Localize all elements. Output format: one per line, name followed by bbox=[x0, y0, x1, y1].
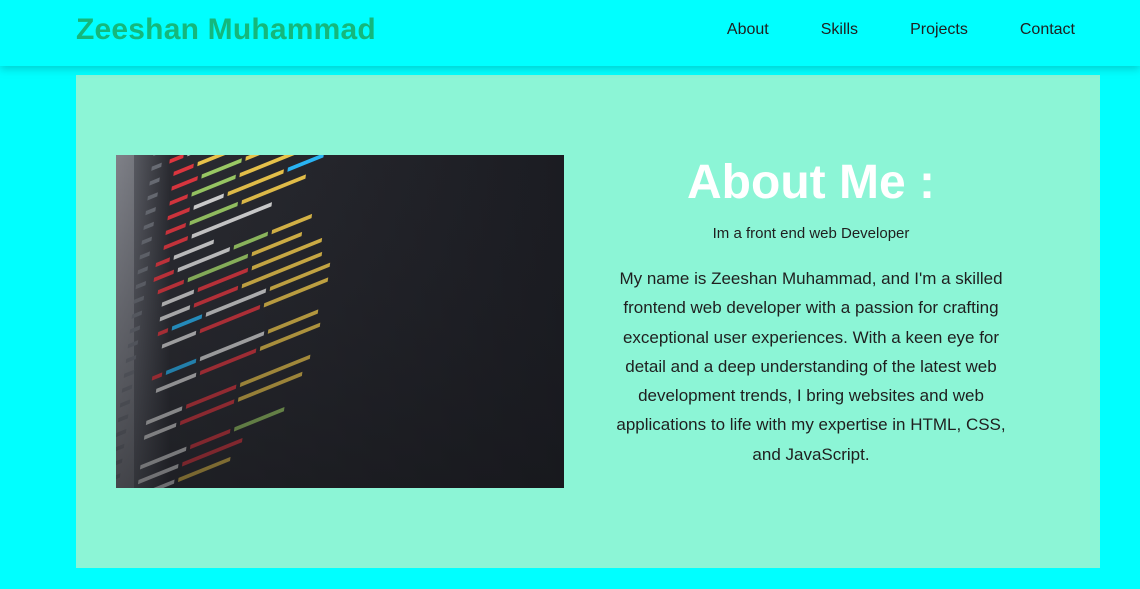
top-navbar: Zeeshan Muhammad About Skills Projects C… bbox=[0, 0, 1140, 66]
about-heading: About Me : bbox=[687, 156, 935, 209]
code-editor-image bbox=[116, 155, 564, 488]
about-paragraph: My name is Zeeshan Muhammad, and I'm a s… bbox=[616, 269, 1006, 464]
nav-link-about[interactable]: About bbox=[727, 21, 769, 39]
nav-link-skills[interactable]: Skills bbox=[821, 21, 858, 39]
about-content: About Me : Im a front end web Developer … bbox=[596, 155, 1026, 469]
nav-link-projects[interactable]: Projects bbox=[910, 21, 968, 39]
code-editor-illustration bbox=[116, 155, 564, 488]
nav-links: About Skills Projects Contact bbox=[727, 21, 1075, 39]
about-subtitle: Im a front end web Developer bbox=[712, 225, 910, 242]
nav-link-contact[interactable]: Contact bbox=[1020, 21, 1075, 39]
about-section: About Me : Im a front end web Developer … bbox=[76, 75, 1100, 568]
brand-logo[interactable]: Zeeshan Muhammad bbox=[76, 13, 376, 47]
